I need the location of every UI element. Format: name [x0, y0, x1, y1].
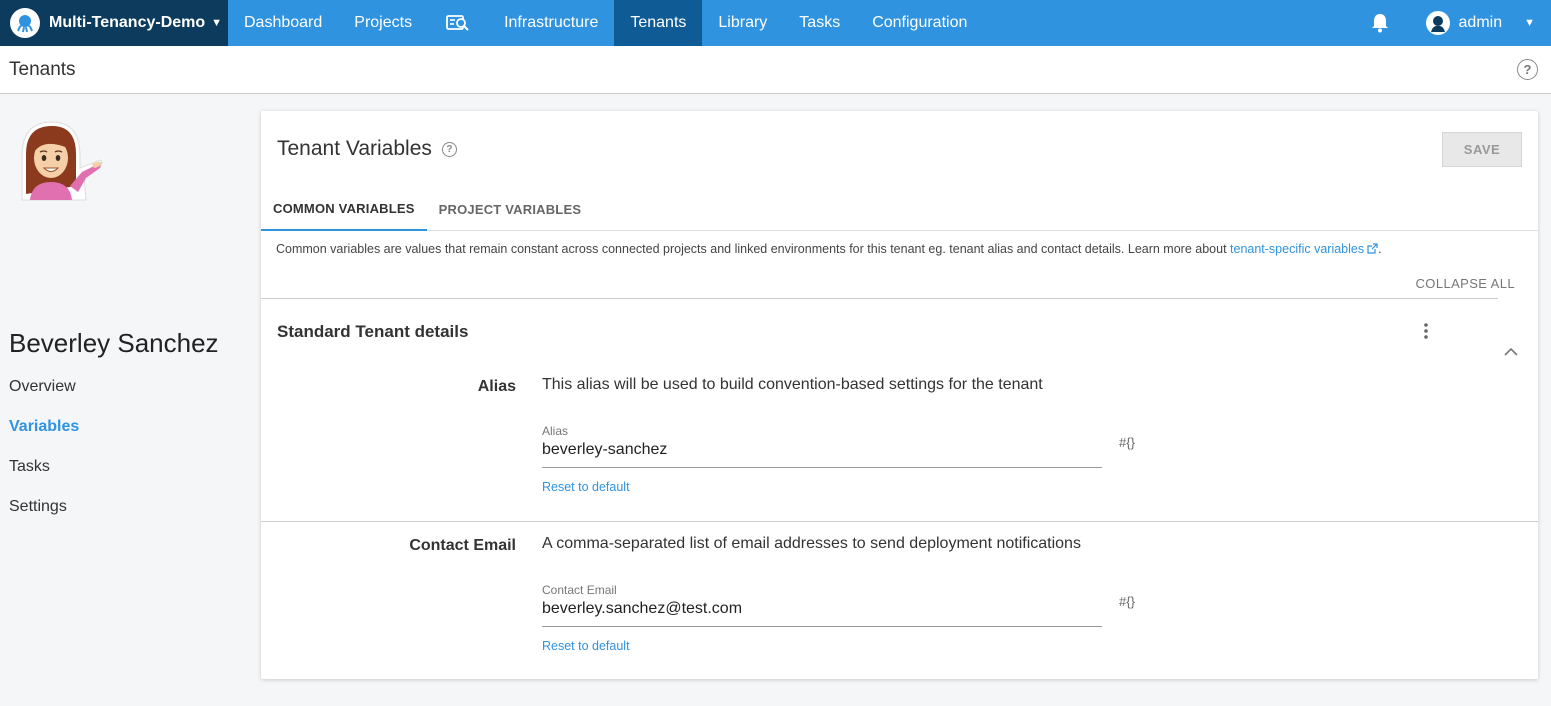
divider: [261, 298, 1498, 299]
page-title: Tenants: [9, 58, 76, 80]
nav-library[interactable]: Library: [702, 0, 783, 46]
alias-input-label: Alias: [542, 424, 569, 438]
alias-field: Alias: [542, 424, 1102, 468]
variable-tabs: COMMON VARIABLES PROJECT VARIABLES: [261, 188, 1538, 231]
nav-right: admin ▼: [1368, 0, 1551, 46]
space-name: Multi-Tenancy-Demo: [49, 14, 206, 31]
variable-bind-icon[interactable]: #{}: [1119, 435, 1135, 450]
card-title-text: Tenant Variables: [277, 137, 432, 160]
help-icon[interactable]: ?: [1517, 59, 1538, 80]
sidenav-tasks[interactable]: Tasks: [9, 458, 79, 498]
contact-email-field: Contact Email: [542, 583, 1102, 627]
contact-email-input[interactable]: [542, 600, 1102, 618]
tab-project-variables[interactable]: PROJECT VARIABLES: [427, 188, 594, 231]
description-text: Common variables are values that remain …: [276, 242, 1231, 256]
nav-dashboard[interactable]: Dashboard: [228, 0, 338, 46]
nav-configuration[interactable]: Configuration: [856, 0, 983, 46]
sidenav-overview[interactable]: Overview: [9, 378, 79, 418]
nav-tasks[interactable]: Tasks: [783, 0, 856, 46]
user-name: admin: [1458, 14, 1503, 31]
section-title: Standard Tenant details: [277, 322, 469, 341]
alias-reset-link[interactable]: Reset to default: [542, 480, 630, 494]
alias-label: Alias: [477, 378, 516, 395]
tenant-sidebar: Beverley Sanchez Overview Variables Task…: [0, 95, 250, 706]
sidenav-variables[interactable]: Variables: [9, 418, 79, 458]
bell-icon[interactable]: [1368, 11, 1392, 35]
nav-projects[interactable]: Projects: [338, 0, 428, 46]
divider: [261, 521, 1538, 522]
octopus-logo-icon: [10, 8, 40, 38]
top-nav: Multi-Tenancy-Demo ▼ Dashboard Projects …: [0, 0, 1551, 46]
nav-search-icon[interactable]: [428, 0, 488, 46]
user-menu[interactable]: admin ▼: [1425, 11, 1535, 35]
tenant-variables-card: Tenant Variables ? SAVE COMMON VARIABLES…: [261, 111, 1538, 679]
tenant-nav: Overview Variables Tasks Settings: [9, 378, 79, 538]
collapse-all-button[interactable]: COLLAPSE ALL: [1416, 276, 1515, 291]
user-avatar-icon: [1425, 11, 1450, 35]
sidenav-settings[interactable]: Settings: [9, 498, 79, 538]
card-title: Tenant Variables ?: [277, 137, 457, 161]
page-header: Tenants ?: [0, 46, 1551, 94]
tenant-name: Beverley Sanchez: [9, 328, 219, 358]
caret-down-icon: ▼: [1524, 17, 1535, 29]
alias-description: This alias will be used to build convent…: [542, 376, 1043, 393]
contact-email-description: A comma-separated list of email addresse…: [542, 535, 1081, 552]
link-text: tenant-specific variables: [1230, 242, 1365, 256]
tenant-specific-variables-link[interactable]: tenant-specific variables: [1230, 242, 1378, 256]
tenant-avatar: [14, 116, 104, 202]
nav-tenants[interactable]: Tenants: [614, 0, 703, 46]
variable-bind-icon[interactable]: #{}: [1119, 594, 1135, 609]
tab-common-variables[interactable]: COMMON VARIABLES: [261, 188, 427, 231]
contact-email-reset-link[interactable]: Reset to default: [542, 639, 630, 653]
external-link-icon: [1367, 243, 1378, 257]
contact-email-label: Contact Email: [409, 537, 516, 554]
caret-down-icon: ▼: [211, 17, 223, 29]
description-end: .: [1378, 242, 1382, 256]
description: Common variables are values that remain …: [276, 242, 1382, 257]
kebab-menu-icon[interactable]: [1422, 322, 1430, 340]
contact-email-input-label: Contact Email: [542, 583, 617, 597]
help-icon[interactable]: ?: [441, 141, 457, 157]
chevron-up-icon[interactable]: [1504, 344, 1518, 356]
alias-input[interactable]: [542, 441, 1102, 459]
space-switcher[interactable]: Multi-Tenancy-Demo ▼: [0, 0, 228, 46]
save-button[interactable]: SAVE: [1442, 132, 1522, 167]
nav-infrastructure[interactable]: Infrastructure: [488, 0, 614, 46]
